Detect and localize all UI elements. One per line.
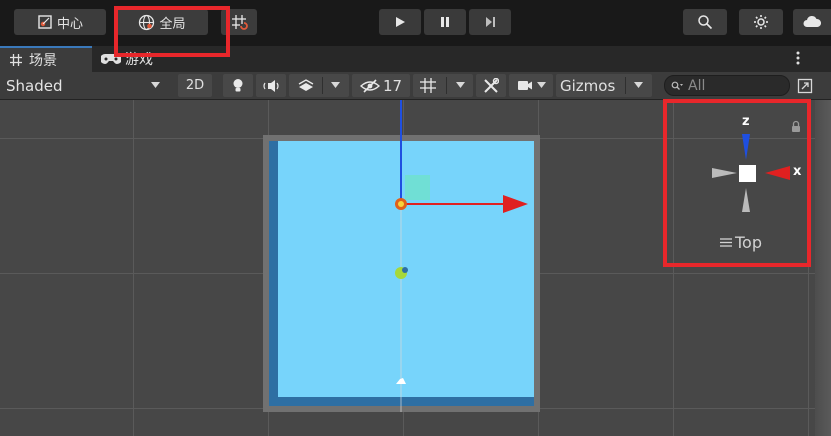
right-edge-strip	[815, 100, 831, 436]
mode-2d-toggle[interactable]: 2D	[178, 74, 212, 97]
pivot-handle-center	[398, 201, 404, 207]
gizmos-label: Gizmos	[560, 76, 616, 95]
search-filter-icon	[671, 81, 683, 91]
pivot-toggle-button[interactable]: 中心	[14, 9, 106, 35]
orientation-gizmo-highlight	[663, 99, 811, 267]
tab-scene-label: 场景	[29, 53, 57, 69]
hidden-object-count: 17	[382, 76, 403, 95]
cloud-icon	[803, 15, 821, 29]
cloud-button[interactable]	[793, 9, 831, 35]
chevron-down-icon	[536, 82, 546, 89]
chevron-down-icon	[634, 82, 643, 89]
gizmos-dropdown[interactable]: Gizmos	[556, 74, 652, 97]
lightbulb-icon	[232, 78, 244, 93]
effects-dropdown[interactable]	[289, 74, 349, 97]
shading-mode-dropdown[interactable]: Shaded	[0, 72, 172, 99]
pause-icon	[439, 16, 451, 28]
maximize-button[interactable]	[793, 74, 817, 97]
step-button[interactable]	[469, 9, 511, 35]
lighting-toggle[interactable]	[223, 74, 253, 97]
mode-2d-label: 2D	[185, 78, 205, 93]
grid-toggle-icon	[419, 77, 437, 94]
play-icon	[394, 16, 406, 28]
child-object-ball-shadow	[402, 267, 408, 273]
play-button[interactable]	[379, 9, 421, 35]
camera-dropdown[interactable]	[509, 74, 553, 97]
speaker-icon	[263, 79, 279, 92]
grid-dropdown[interactable]	[413, 74, 473, 97]
effects-icon	[297, 78, 315, 93]
more-options-icon[interactable]	[796, 51, 804, 65]
tools-icon	[483, 77, 499, 94]
gear-icon	[753, 14, 769, 30]
step-icon	[484, 16, 496, 28]
tools-toggle[interactable]	[476, 74, 506, 97]
maximize-icon	[797, 78, 813, 94]
pivot-icon	[37, 14, 53, 30]
scene-visibility-toggle[interactable]: 17	[352, 74, 410, 97]
settings-button[interactable]	[739, 9, 783, 35]
pivot-label: 中心	[56, 16, 83, 32]
grid-icon	[9, 53, 23, 67]
search-icon	[697, 14, 713, 30]
search-placeholder: All	[688, 77, 706, 94]
chevron-down-icon	[151, 82, 160, 89]
shading-mode-label: Shaded	[6, 76, 63, 95]
audio-toggle[interactable]	[256, 74, 286, 97]
plane-handle[interactable]	[405, 175, 430, 200]
chevron-down-icon	[331, 82, 340, 89]
eye-hidden-icon	[359, 78, 380, 93]
scene-search-field[interactable]: All	[664, 75, 790, 96]
space-toggle-highlight	[114, 6, 230, 57]
child-object-marker[interactable]	[396, 378, 406, 384]
scene-toolbar: Shaded 2D 17 Gizmos All	[0, 72, 831, 100]
chevron-down-icon	[456, 82, 465, 89]
search-button[interactable]	[683, 9, 727, 35]
tab-scene[interactable]: 场景	[0, 46, 92, 72]
x-axis-arrow[interactable]	[503, 195, 528, 213]
grid-snap-icon	[230, 13, 248, 31]
pause-button[interactable]	[424, 9, 466, 35]
camera-icon	[517, 80, 533, 91]
